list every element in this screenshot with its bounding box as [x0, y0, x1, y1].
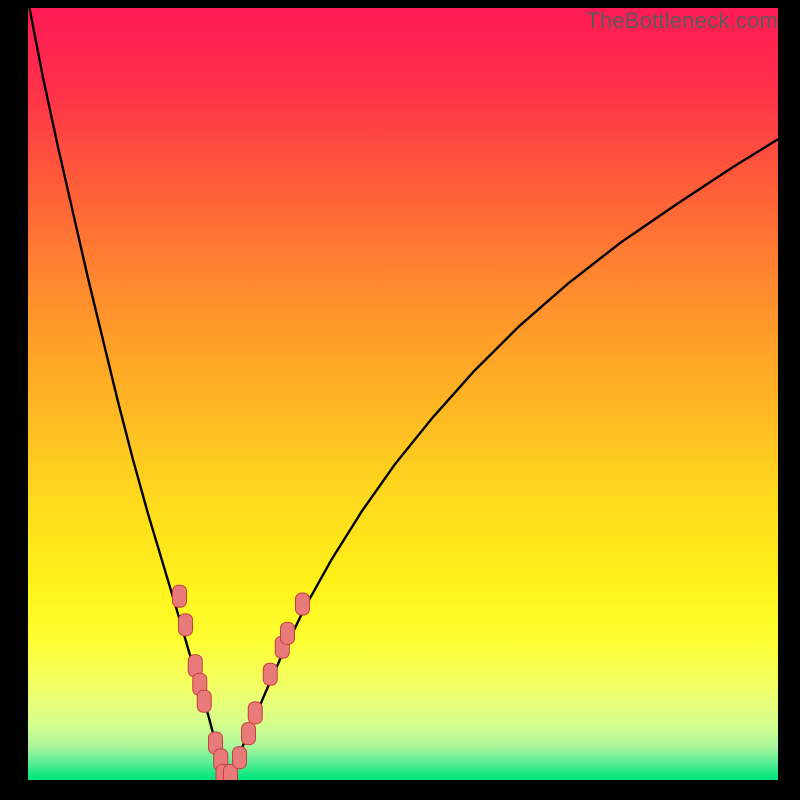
marker-point	[233, 747, 247, 769]
marker-point	[248, 702, 262, 724]
marker-point	[242, 723, 256, 745]
gradient-background	[28, 8, 778, 780]
plot-area	[28, 8, 778, 780]
marker-point	[281, 622, 295, 644]
marker-point	[179, 614, 193, 636]
marker-point	[296, 593, 310, 615]
outer-frame: TheBottleneck.com	[0, 0, 800, 800]
chart-svg	[28, 8, 778, 780]
marker-point	[173, 585, 187, 607]
marker-point	[263, 663, 277, 685]
marker-point	[197, 690, 211, 712]
